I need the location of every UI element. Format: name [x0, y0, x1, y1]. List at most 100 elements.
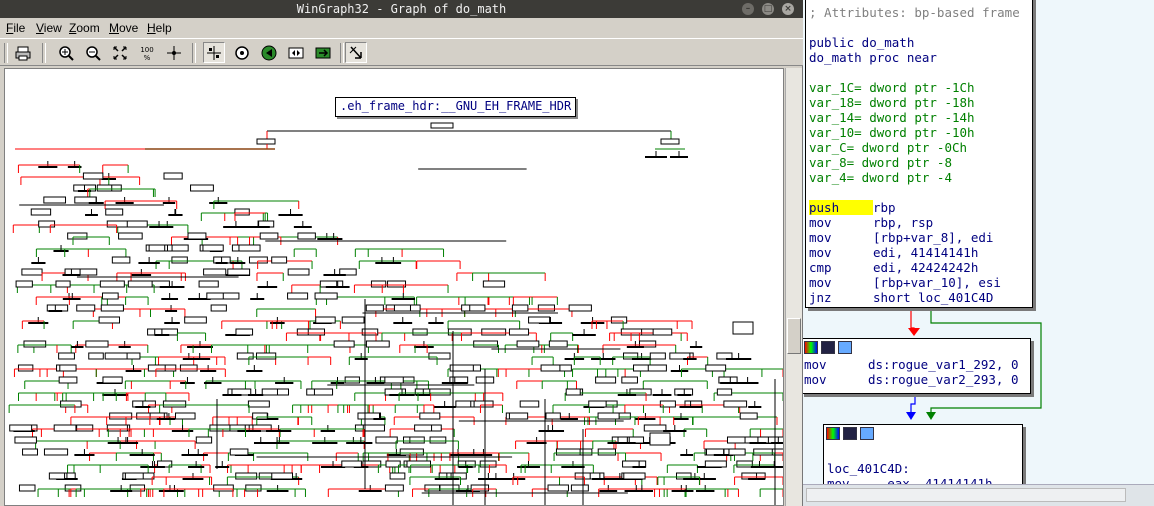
graph-node[interactable]	[597, 412, 620, 420]
graph-node[interactable]	[287, 292, 309, 300]
graph-node[interactable]	[621, 376, 638, 384]
graph-node[interactable]	[315, 316, 336, 324]
graph-node[interactable]	[732, 321, 754, 335]
graph-node[interactable]	[235, 472, 258, 480]
graph-node[interactable]	[101, 292, 119, 300]
graph-node[interactable]	[106, 424, 128, 432]
graph-node[interactable]	[429, 436, 447, 444]
graph-node[interactable]	[179, 364, 198, 372]
instruction-line[interactable]: cmp edi, 42424242h	[809, 260, 1032, 275]
center-icon[interactable]	[163, 42, 185, 63]
operands[interactable]: rbp, rsp	[873, 215, 933, 230]
graph-node[interactable]	[365, 340, 390, 348]
graph-node[interactable]	[412, 328, 428, 336]
graph-node[interactable]	[659, 400, 676, 408]
graph-node[interactable]	[508, 412, 529, 420]
graph-node[interactable]	[652, 328, 673, 336]
color-icon[interactable]	[826, 427, 840, 440]
graph-node[interactable]	[548, 340, 568, 348]
graph-node[interactable]	[547, 484, 569, 492]
graph-node[interactable]	[473, 400, 494, 408]
graph-node[interactable]	[210, 304, 227, 312]
graph-node[interactable]	[162, 400, 187, 408]
graph-node[interactable]	[271, 256, 288, 264]
graph-node[interactable]	[362, 424, 385, 432]
graph-node[interactable]	[123, 220, 148, 228]
graph-node[interactable]	[209, 424, 231, 432]
instruction-line[interactable]: mov [rbp+var_8], edi	[809, 230, 1032, 245]
graph-node[interactable]	[85, 340, 109, 348]
overview-icon[interactable]	[231, 42, 253, 63]
graph-node[interactable]	[449, 364, 474, 372]
graph-node[interactable]	[705, 364, 727, 372]
operands[interactable]: edi, 41414141h	[873, 245, 978, 260]
graph-node[interactable]	[341, 460, 362, 468]
graph-node[interactable]	[102, 376, 123, 384]
graph-node[interactable]	[148, 244, 166, 252]
graph-node[interactable]	[22, 448, 38, 456]
graph-node[interactable]	[195, 436, 213, 444]
graph-node[interactable]	[127, 280, 153, 288]
graph-node[interactable]	[365, 304, 384, 312]
menu-move[interactable]: Move	[109, 21, 138, 35]
graph-node[interactable]	[545, 412, 561, 420]
graph-node[interactable]	[206, 292, 224, 300]
graph-node[interactable]	[18, 484, 36, 492]
graph-node[interactable]	[704, 460, 727, 468]
operands[interactable]: ds:rogue_var1_292, 0	[868, 357, 1019, 372]
graph-node[interactable]	[96, 184, 113, 192]
menu-view[interactable]: View	[36, 21, 62, 35]
graph-node[interactable]	[118, 232, 143, 240]
graph-node[interactable]	[723, 400, 748, 408]
graph-node[interactable]	[287, 268, 310, 276]
zoom-100-icon[interactable]: 100%	[136, 42, 158, 63]
graph-node[interactable]	[419, 412, 441, 420]
graph-node[interactable]	[430, 122, 454, 129]
graph-node[interactable]	[106, 220, 128, 228]
color-icon[interactable]	[804, 341, 818, 354]
graph-node[interactable]	[9, 424, 33, 432]
graph-node[interactable]	[58, 376, 78, 384]
graph-node[interactable]	[111, 256, 131, 264]
graph-node[interactable]	[109, 412, 133, 420]
mnemonic[interactable]: cmp	[809, 260, 873, 275]
graph-node[interactable]	[43, 196, 67, 204]
graph-node[interactable]	[455, 400, 472, 408]
graph-node[interactable]	[98, 316, 121, 324]
scroll-thumb[interactable]	[787, 318, 801, 354]
graph-node[interactable]	[297, 232, 316, 240]
graph-node[interactable]	[643, 424, 667, 432]
graph-node[interactable]	[76, 424, 94, 432]
graph-node[interactable]	[511, 304, 529, 312]
graph-node[interactable]	[104, 352, 128, 360]
graph-node[interactable]	[370, 280, 387, 288]
instruction-line[interactable]: push rbp	[809, 200, 1032, 215]
graph-node[interactable]	[147, 364, 166, 372]
instruction-line[interactable]: mov [rbp+var_10], esi	[809, 275, 1032, 290]
horizontal-scrollbar[interactable]	[803, 484, 1154, 506]
graph-node[interactable]	[428, 352, 451, 360]
graph-node[interactable]	[519, 400, 540, 408]
graph-node[interactable]	[175, 412, 196, 420]
graph-node[interactable]	[660, 138, 680, 145]
graph-node[interactable]	[105, 208, 124, 216]
graph-node[interactable]	[716, 388, 733, 396]
graph-node[interactable]	[508, 328, 530, 336]
menu-help[interactable]: Help	[147, 21, 172, 35]
graph-node[interactable]	[21, 268, 43, 276]
graph-node[interactable]	[100, 304, 124, 312]
graph-node[interactable]	[14, 436, 37, 444]
graph-node[interactable]	[184, 316, 207, 324]
graph-node[interactable]	[48, 472, 66, 480]
graph-node[interactable]	[736, 460, 753, 468]
graph-node[interactable]	[227, 268, 251, 276]
graph-node[interactable]	[555, 448, 581, 456]
graph-node[interactable]	[479, 460, 497, 468]
graph-node[interactable]	[470, 484, 490, 492]
graph-node[interactable]	[23, 340, 47, 348]
nav-forward-icon[interactable]	[312, 42, 334, 63]
operands[interactable]: edi, 42424242h	[873, 260, 978, 275]
mnemonic[interactable]: mov	[809, 230, 873, 245]
graph-node[interactable]	[528, 316, 551, 324]
graph-node[interactable]	[38, 220, 56, 228]
